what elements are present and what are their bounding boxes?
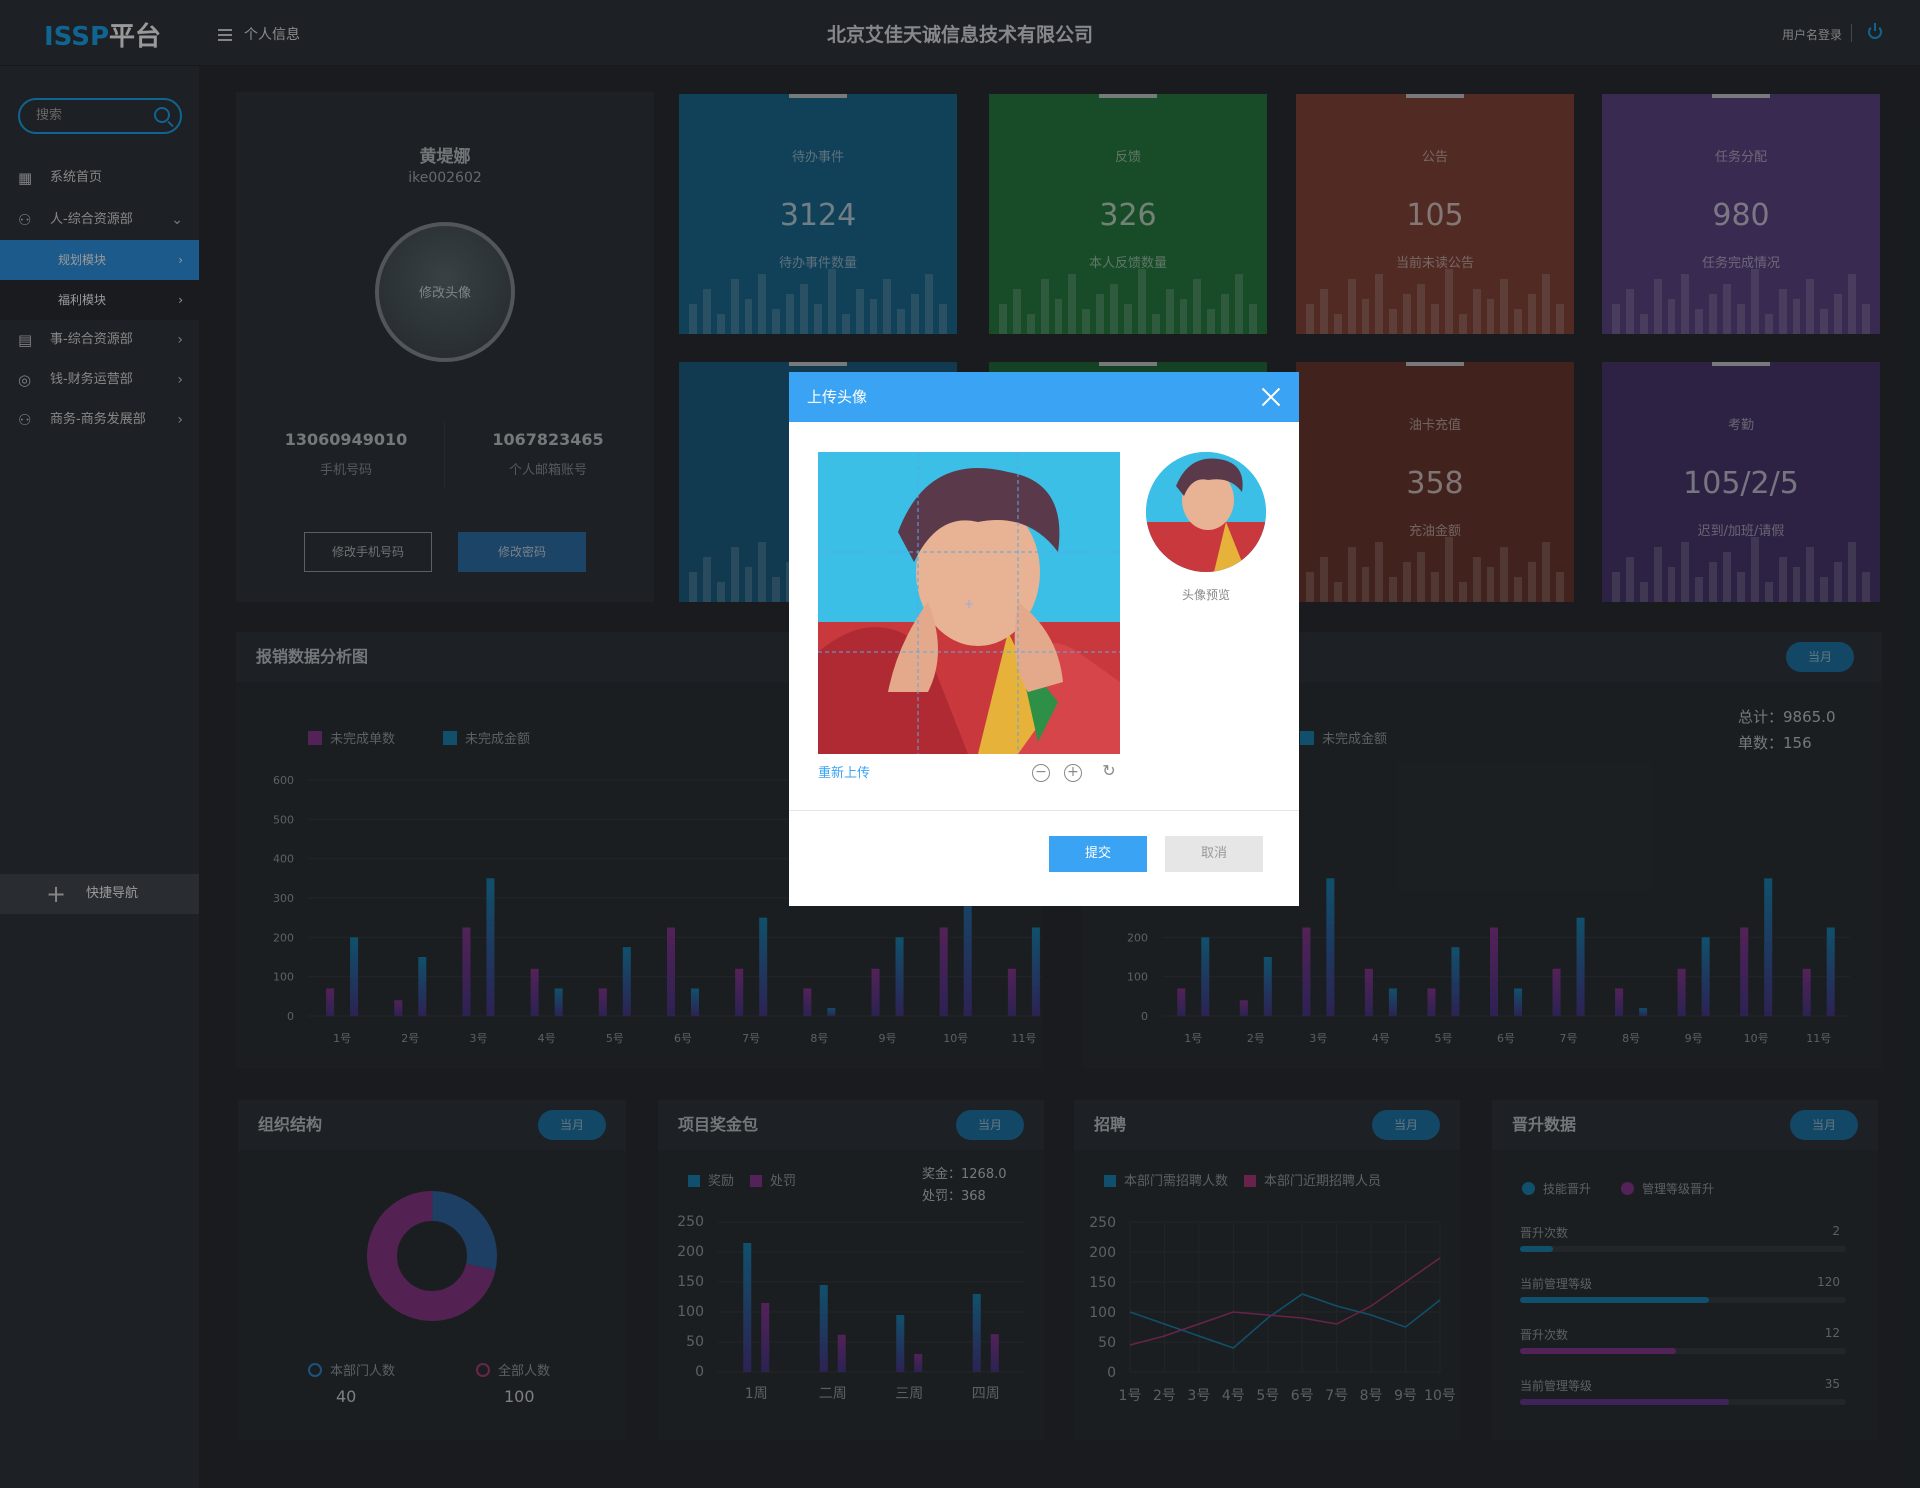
close-icon[interactable]: [1259, 384, 1283, 408]
photo-illustration: +: [818, 452, 1120, 754]
dialog-title: 上传头像: [789, 372, 1299, 422]
zoom-in-icon[interactable]: +: [1064, 764, 1082, 782]
avatar-preview: [1146, 452, 1266, 572]
submit-button[interactable]: 提交: [1049, 836, 1147, 872]
photo-illustration: [1146, 452, 1266, 572]
svg-text:+: +: [964, 597, 974, 611]
upload-avatar-dialog: 上传头像 + 头像预览 重新上传 − + ↻ 提交 取消: [789, 372, 1299, 906]
rotate-icon[interactable]: ↻: [1100, 763, 1118, 782]
zoom-out-icon[interactable]: −: [1032, 764, 1050, 782]
reupload-link[interactable]: 重新上传: [818, 762, 870, 781]
preview-label: 头像预览: [1181, 588, 1230, 602]
cancel-button[interactable]: 取消: [1165, 836, 1263, 872]
crop-image[interactable]: +: [818, 452, 1120, 754]
divider: [789, 810, 1299, 811]
